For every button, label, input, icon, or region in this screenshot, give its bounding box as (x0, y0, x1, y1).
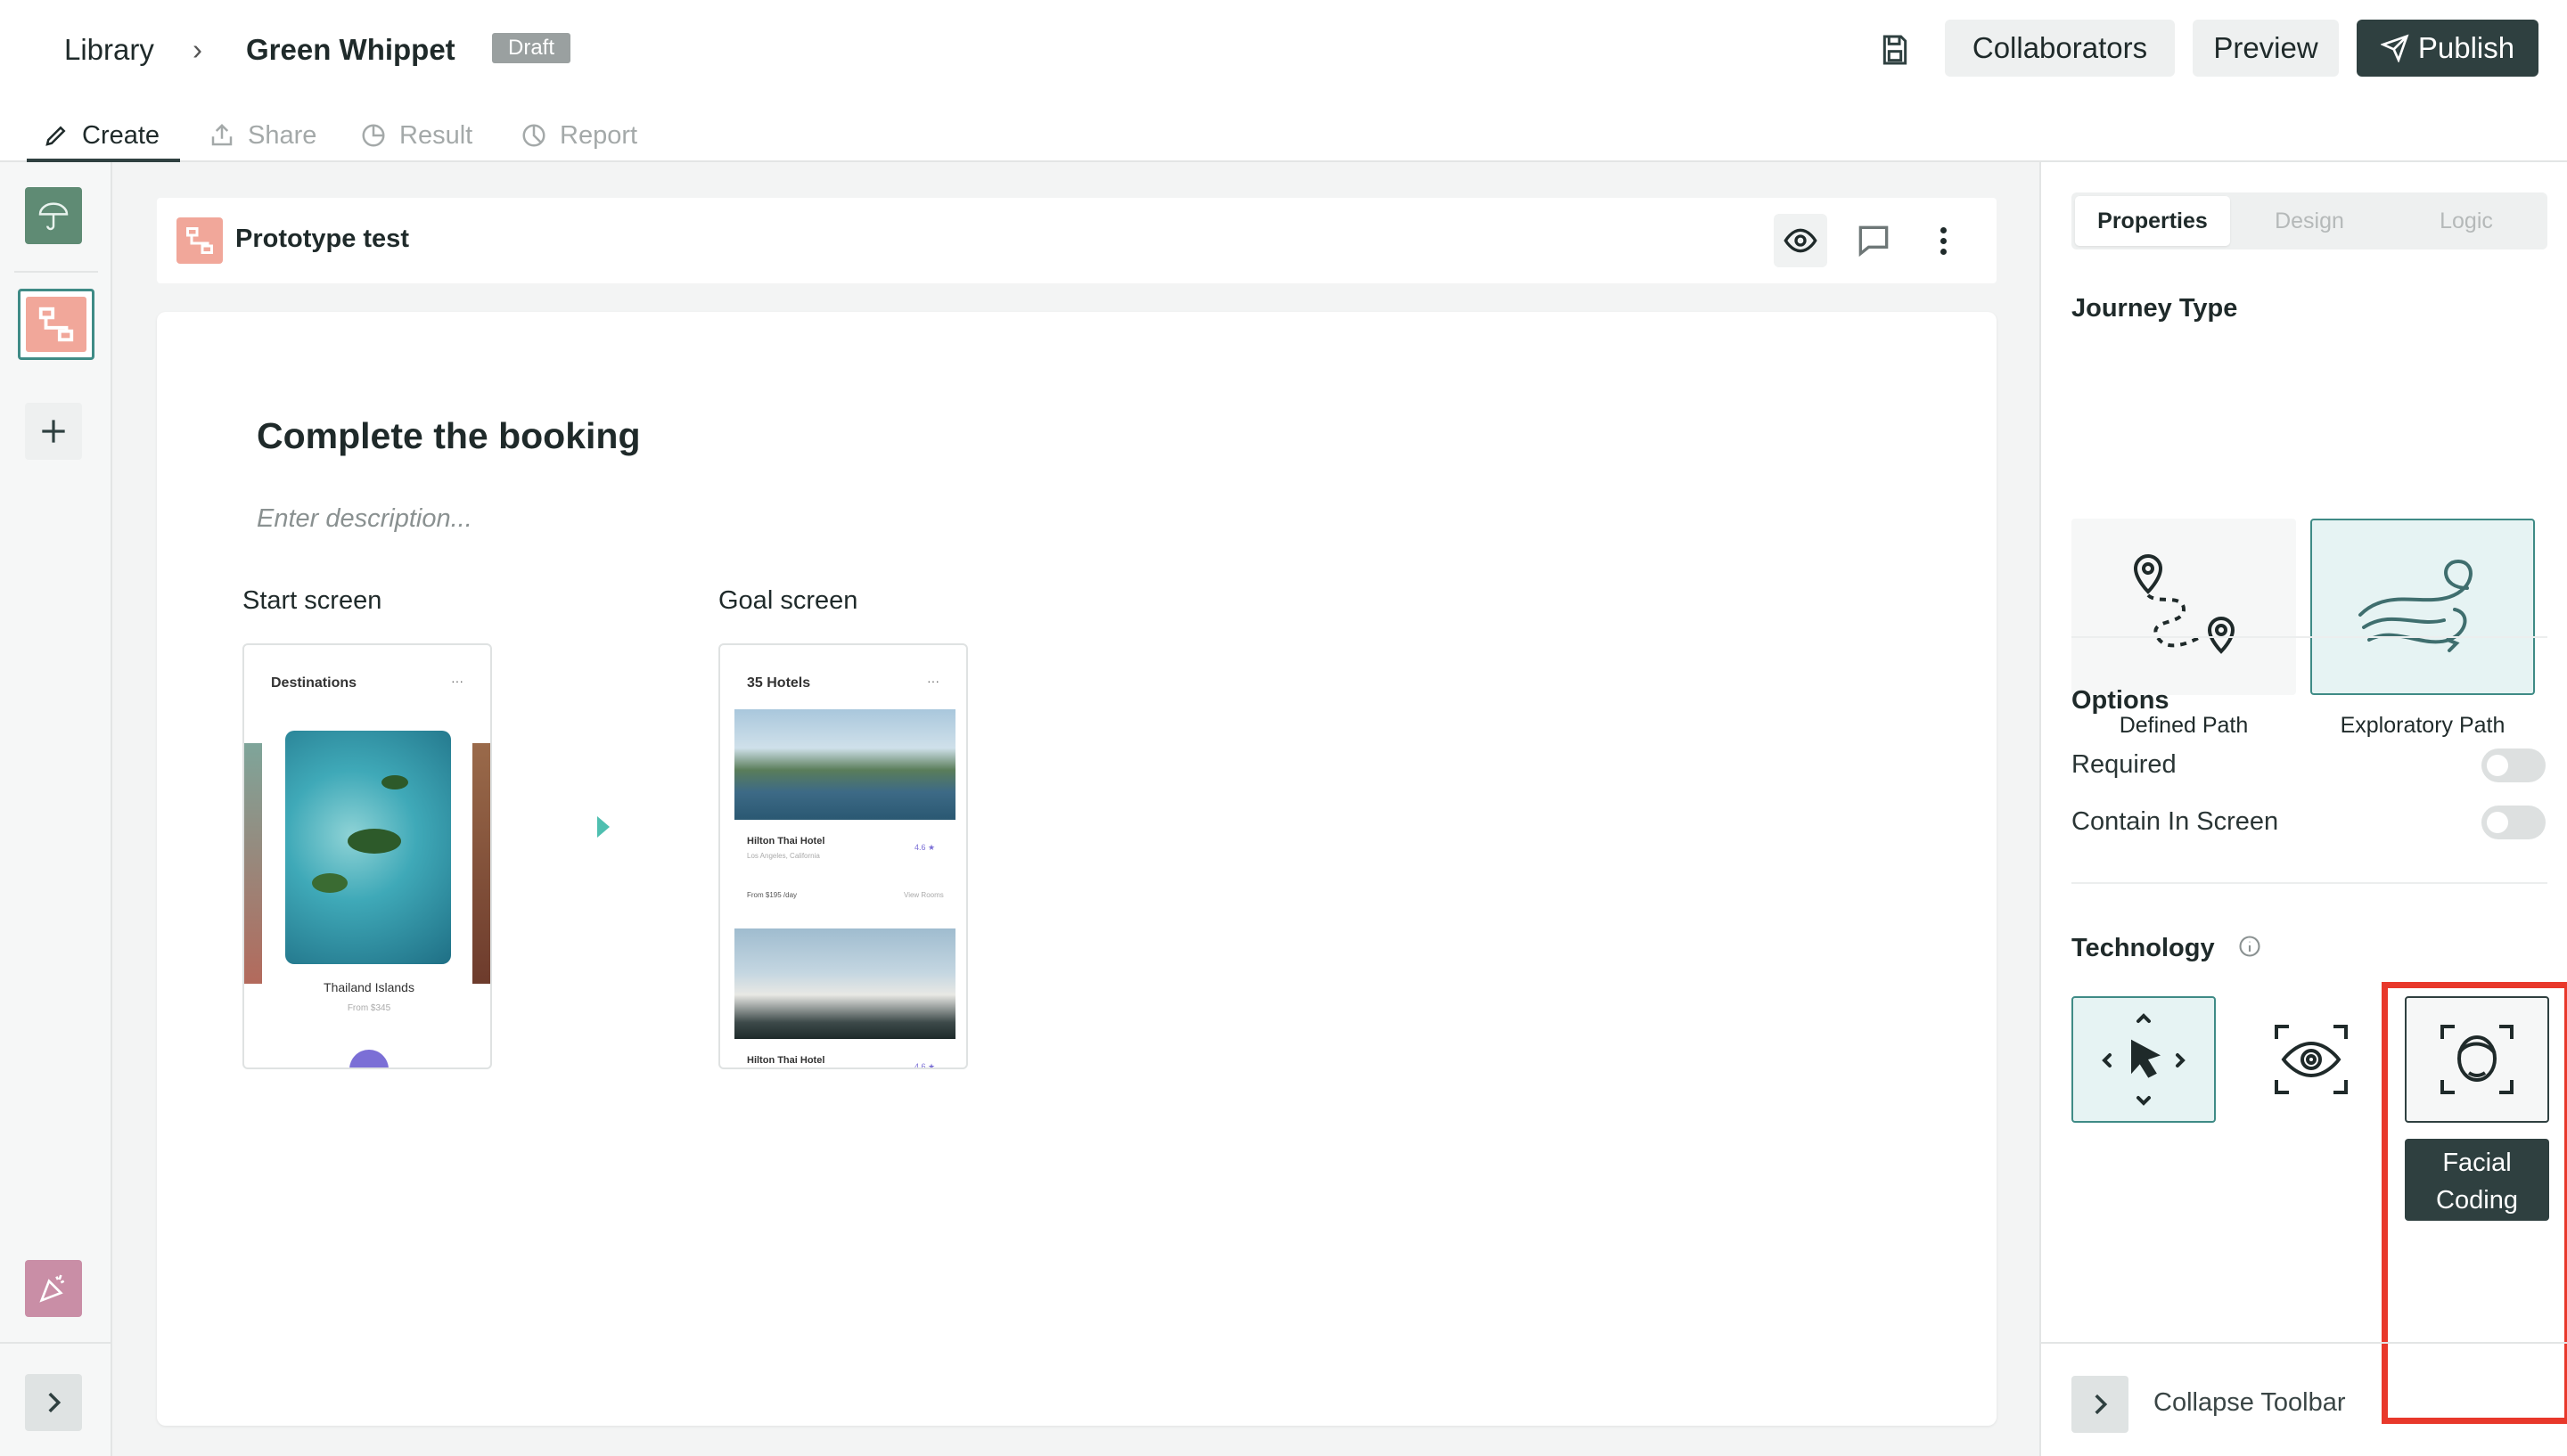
panel-tab-switcher: Properties Design Logic (2071, 192, 2547, 249)
phone-header: 35 Hotels (747, 675, 811, 691)
party-icon (39, 1274, 65, 1303)
tab-share[interactable]: Share (209, 112, 316, 159)
description-input[interactable]: Enter description... (257, 504, 472, 534)
arrow-right-icon (597, 816, 610, 838)
exploratory-path-option[interactable] (2310, 519, 2535, 695)
tab-result[interactable]: Result (360, 112, 472, 159)
adjacent-card-left (244, 743, 262, 984)
fab-button (349, 1050, 389, 1067)
eye-tracking-icon (2275, 1025, 2348, 1094)
top-header: Library › Green Whippet Draft Collaborat… (0, 0, 2567, 162)
hotel-rating: 4.6 ★ (914, 843, 936, 852)
phone-header: Destinations (271, 675, 357, 691)
hotel-name: Hilton Thai Hotel (747, 1055, 825, 1066)
tab-logic[interactable]: Logic (2389, 196, 2544, 246)
click-tracking-option[interactable] (2071, 996, 2216, 1123)
technology-title: Technology (2071, 934, 2215, 962)
hotel-rating: 4.6 ★ (914, 1062, 936, 1069)
status-badge: Draft (492, 33, 571, 63)
preview-eye-button[interactable] (1774, 214, 1827, 267)
chevron-right-icon (2095, 1394, 2108, 1415)
hotel-photo (734, 928, 955, 1039)
required-label: Required (2071, 750, 2177, 779)
highlight-box (2382, 982, 2567, 1424)
chevron-right-icon (48, 1392, 62, 1413)
plus-icon (42, 420, 65, 443)
adjacent-card-right (472, 743, 490, 984)
flow-icon (176, 217, 223, 264)
eye-icon (1784, 228, 1817, 253)
project-title[interactable]: Green Whippet (246, 27, 455, 73)
dot (1940, 248, 1947, 255)
add-block-button[interactable] (25, 403, 82, 460)
save-icon[interactable] (1877, 32, 1913, 68)
left-rail (0, 162, 112, 1456)
goal-screen-thumbnail[interactable]: 35 Hotels ··· Hilton Thai Hotel Los Ange… (718, 643, 968, 1069)
comment-button[interactable] (1854, 221, 1893, 260)
flow-icon (38, 307, 74, 342)
defined-path-icon (2133, 553, 2235, 654)
tab-report[interactable]: Report (521, 112, 637, 159)
tab-design[interactable]: Design (2232, 196, 2387, 246)
block-header-bar: Prototype test (157, 198, 1997, 283)
exploratory-path-label: Exploratory Path (2340, 713, 2505, 738)
journey-type-title: Journey Type (2071, 294, 2238, 323)
goal-screen-label: Goal screen (718, 586, 858, 615)
pencil-icon (45, 126, 66, 146)
pie-chart-icon (362, 124, 385, 147)
dot (1940, 226, 1947, 233)
block-title: Prototype test (235, 225, 409, 253)
dot (1940, 237, 1947, 244)
tab-properties[interactable]: Properties (2075, 196, 2230, 246)
welcome-block-thumb[interactable] (25, 187, 82, 244)
expand-rail-button[interactable] (25, 1374, 82, 1431)
rail-divider (14, 271, 98, 273)
collapse-toolbar-button[interactable] (2071, 1376, 2128, 1433)
rail-divider (0, 1342, 112, 1344)
contain-in-screen-label: Contain In Screen (2071, 807, 2279, 836)
start-screen-thumbnail[interactable]: Destinations ··· Thailand Islands From $… (242, 643, 492, 1069)
options-title: Options (2071, 686, 2169, 715)
defined-path-label: Defined Path (2119, 713, 2249, 738)
phone-menu-icon: ··· (927, 674, 939, 688)
more-options-button[interactable] (1923, 219, 1963, 262)
defined-path-option[interactable] (2071, 519, 2296, 695)
share-icon (211, 123, 233, 146)
send-icon (2380, 34, 2409, 62)
section-divider (2071, 636, 2547, 638)
island-photo (285, 731, 451, 964)
task-title[interactable]: Complete the booking (257, 415, 641, 457)
exploratory-path-icon (2358, 559, 2473, 652)
task-card: Complete the booking Enter description..… (157, 312, 1997, 1426)
comment-icon (1858, 225, 1889, 258)
hotel-location: Los Angeles, California (747, 852, 820, 860)
hotel-name: Hilton Thai Hotel (747, 836, 825, 847)
report-icon (522, 124, 545, 147)
destination-price: From $345 (347, 1003, 391, 1013)
section-divider (2041, 1342, 2567, 1344)
hotel-link: View Rooms (904, 891, 944, 899)
contain-in-screen-toggle[interactable] (2481, 806, 2546, 839)
thank-you-block-thumb[interactable] (25, 1260, 82, 1317)
destination-caption: Thailand Islands (324, 980, 414, 994)
hotel-price: From $195 /day (747, 891, 798, 899)
collapse-toolbar-label[interactable]: Collapse Toolbar (2153, 1388, 2346, 1418)
info-icon[interactable] (2237, 934, 2262, 959)
required-toggle[interactable] (2481, 748, 2546, 782)
phone-menu-icon: ··· (451, 674, 463, 688)
eye-tracking-option[interactable] (2239, 996, 2383, 1123)
umbrella-icon (38, 202, 69, 231)
hotel-photo (734, 709, 955, 820)
cursor-move-icon (2102, 1013, 2186, 1106)
preview-button[interactable]: Preview (2193, 20, 2339, 77)
tab-create[interactable]: Create (43, 112, 160, 159)
breadcrumb-library[interactable]: Library (64, 27, 154, 73)
breadcrumb-separator-icon: › (193, 33, 202, 66)
start-screen-label: Start screen (242, 586, 382, 615)
prototype-block-thumb[interactable] (18, 289, 94, 360)
publish-button[interactable]: Publish (2357, 20, 2538, 77)
properties-panel: Properties Design Logic Journey Type Def… (2039, 162, 2567, 1456)
collaborators-button[interactable]: Collaborators (1945, 20, 2175, 77)
section-divider (2071, 882, 2547, 884)
